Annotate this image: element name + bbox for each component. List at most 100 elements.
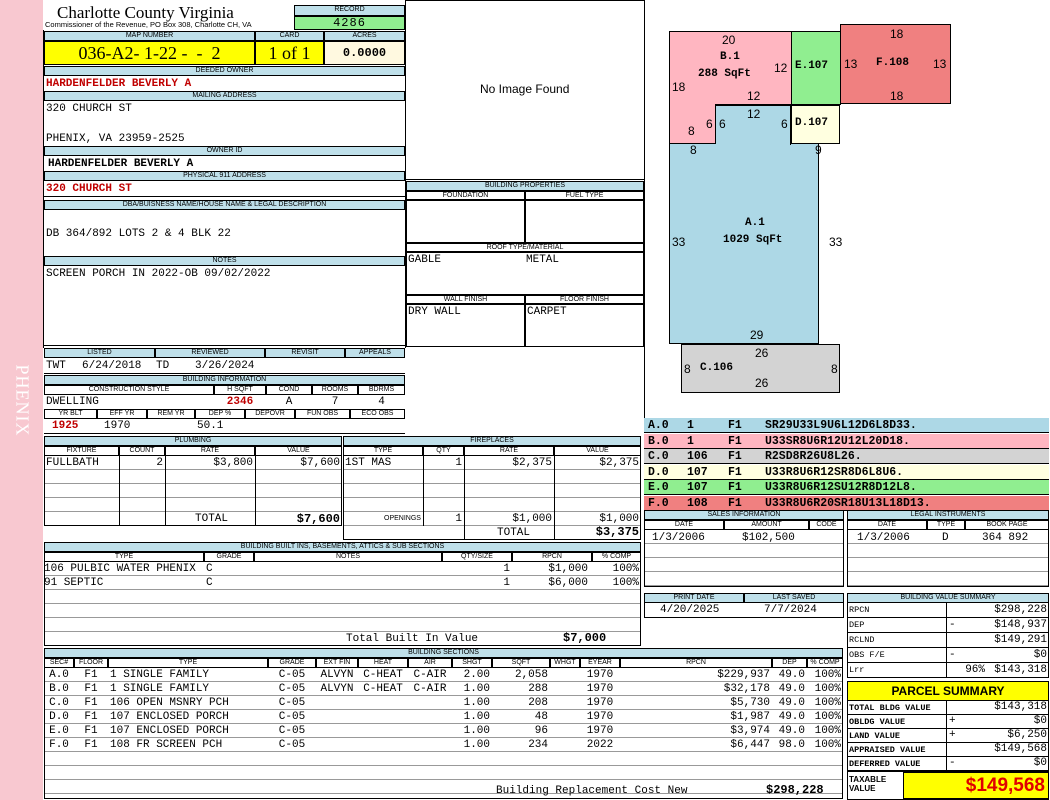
section-cell: A.0 <box>49 669 69 681</box>
builtin-rpcn: $1,000 <box>548 563 588 575</box>
builtin-type: 106 PULBIC WATER PHENIX <box>44 563 196 575</box>
sketch-a-area: 1029 SqFt <box>723 234 783 246</box>
reviewed-by: TD <box>156 360 170 372</box>
section-cell: 288 <box>528 683 548 695</box>
sketch-dim: 29 <box>750 328 764 342</box>
plumbing-total-label: TOTAL <box>195 513 229 525</box>
plumbing-fixture-header: FIXTURE <box>44 446 119 456</box>
legend-sec: F.0 <box>648 496 669 510</box>
dep-value: 50.1 <box>197 420 224 432</box>
openings-rate: $1,000 <box>512 513 552 525</box>
legend-fl: F1 <box>728 465 742 479</box>
sketch-dim: 33 <box>672 235 686 249</box>
sketch-dim: 26 <box>755 376 769 390</box>
section-cell: 2.00 <box>463 669 490 681</box>
legend-n: 107 <box>687 481 708 494</box>
sketch-d-label: D.107 <box>795 117 829 129</box>
taxable-label: TAXABLE VALUE <box>849 775 887 793</box>
sketch-dim: 9 <box>815 143 822 157</box>
legend-n: 107 <box>687 465 708 479</box>
sketch-dim: 6 <box>719 117 726 131</box>
listed-by: TWT <box>46 360 66 372</box>
last-saved: 7/7/2024 <box>764 604 817 616</box>
bdrms-label: BDRMS <box>358 385 405 395</box>
section-cell: 100% <box>814 711 841 723</box>
sketch-c-label: C.106 <box>700 362 734 374</box>
sketch-b-area: 288 SqFt <box>698 68 751 80</box>
section-cell: 1970 <box>586 697 614 709</box>
effyr-label: EFF YR <box>97 409 147 419</box>
parcel-row-label: OBLDG VALUE <box>849 717 906 727</box>
openings-label: OPENINGS <box>384 515 421 522</box>
legend-path: R2SD8R26U8L26. <box>765 450 862 463</box>
section-cell: $3,974 <box>730 725 770 737</box>
taxable-value: $149,568 <box>903 772 1049 799</box>
sketch-dim: 6 <box>781 117 788 131</box>
sales-amount: $102,500 <box>742 532 795 544</box>
physical-address-label: PHYSICAL 911 ADDRESS <box>44 171 405 181</box>
notes-label: NOTES <box>44 256 405 266</box>
print-date-label: PRINT DATE <box>644 593 744 603</box>
plumbing-fixture: FULLBATH <box>46 457 99 469</box>
section-cell: 1970 <box>586 711 614 723</box>
section-cell: F1 <box>84 669 98 681</box>
legend-sec: E.0 <box>648 481 669 494</box>
divider <box>946 663 947 678</box>
sales-label: SALES INFORMATION <box>644 510 844 520</box>
parcel-row-value: $149,568 <box>994 743 1047 755</box>
sketch-dim: 12 <box>747 107 761 121</box>
section-cell: 106 OPEN MSNRY PCH <box>110 697 229 709</box>
sections-header: DEP <box>772 658 807 668</box>
section-cell: 2,058 <box>514 669 548 681</box>
rooms-label: ROOMS <box>312 385 358 395</box>
legal-type-header: TYPE <box>927 520 965 530</box>
section-cell: C-05 <box>278 725 306 737</box>
section-cell: C-05 <box>278 739 306 751</box>
legend-n: 106 <box>687 450 708 463</box>
section-cell: 108 FR SCREEN PCH <box>110 739 223 751</box>
sections-header: TYPE <box>108 658 268 668</box>
value-summary-mod: - <box>949 619 956 631</box>
record-value: 4286 <box>294 16 405 30</box>
legend-row: D.0 107 F1 U33R8U6R12SR8D6L8U6. <box>644 464 1049 480</box>
section-cell: C-05 <box>278 711 306 723</box>
sections-header: AIR <box>408 658 452 668</box>
replacement-label: Building Replacement Cost New <box>496 785 688 797</box>
fireplace-qty-header: QTY <box>423 446 464 456</box>
legend-row: E.0 107 F1 U33R8U6R12SU12R8D12L8. <box>644 480 1049 495</box>
sections-header: SEC# <box>44 658 74 668</box>
legend-fl: F1 <box>728 496 742 510</box>
legend-fl: F1 <box>728 481 742 494</box>
section-cell: E.0 <box>49 725 69 737</box>
section-cell: C-AIR <box>413 683 447 695</box>
legend-sec: D.0 <box>648 465 669 479</box>
sections-label: BUILDING SECTIONS <box>44 648 843 658</box>
listed-date: 6/24/2018 <box>82 360 142 372</box>
legend-path: U33R8U6R12SR8D6L8U6. <box>765 465 904 479</box>
divider <box>946 618 947 633</box>
section-cell: $5,730 <box>730 697 770 709</box>
section-cell: F1 <box>84 725 98 737</box>
builtin-grade: C <box>206 577 213 589</box>
value-summary-label: OBS F/E <box>849 650 885 660</box>
builtins-qty-header: QTY/SIZE <box>442 552 512 562</box>
yrblt-value: 1925 <box>52 420 79 432</box>
builtins-notes-header: NOTES <box>254 552 442 562</box>
replacement-value: $298,228 <box>766 783 824 797</box>
sections-header: RPCN <box>620 658 772 668</box>
builtin-grade: C <box>206 563 213 575</box>
section-cell: C-05 <box>278 669 306 681</box>
section-cell: $32,178 <box>723 683 770 695</box>
plumbing-rate-header: RATE <box>165 446 255 456</box>
reviewed-label: REVIEWED <box>155 348 265 358</box>
print-date: 4/20/2025 <box>660 604 720 616</box>
section-cell: 1.00 <box>463 711 490 723</box>
section-cell: F.0 <box>49 739 69 751</box>
listed-label: LISTED <box>44 348 155 358</box>
parcel-row-value: $0 <box>1033 757 1047 769</box>
legal-type: D <box>942 532 949 544</box>
section-cell: $229,937 <box>717 669 770 681</box>
mailing-line2: PHENIX, VA 23959-2525 <box>46 133 185 145</box>
section-cell: 96 <box>534 725 548 737</box>
wall-finish: DRY WALL <box>408 306 461 318</box>
